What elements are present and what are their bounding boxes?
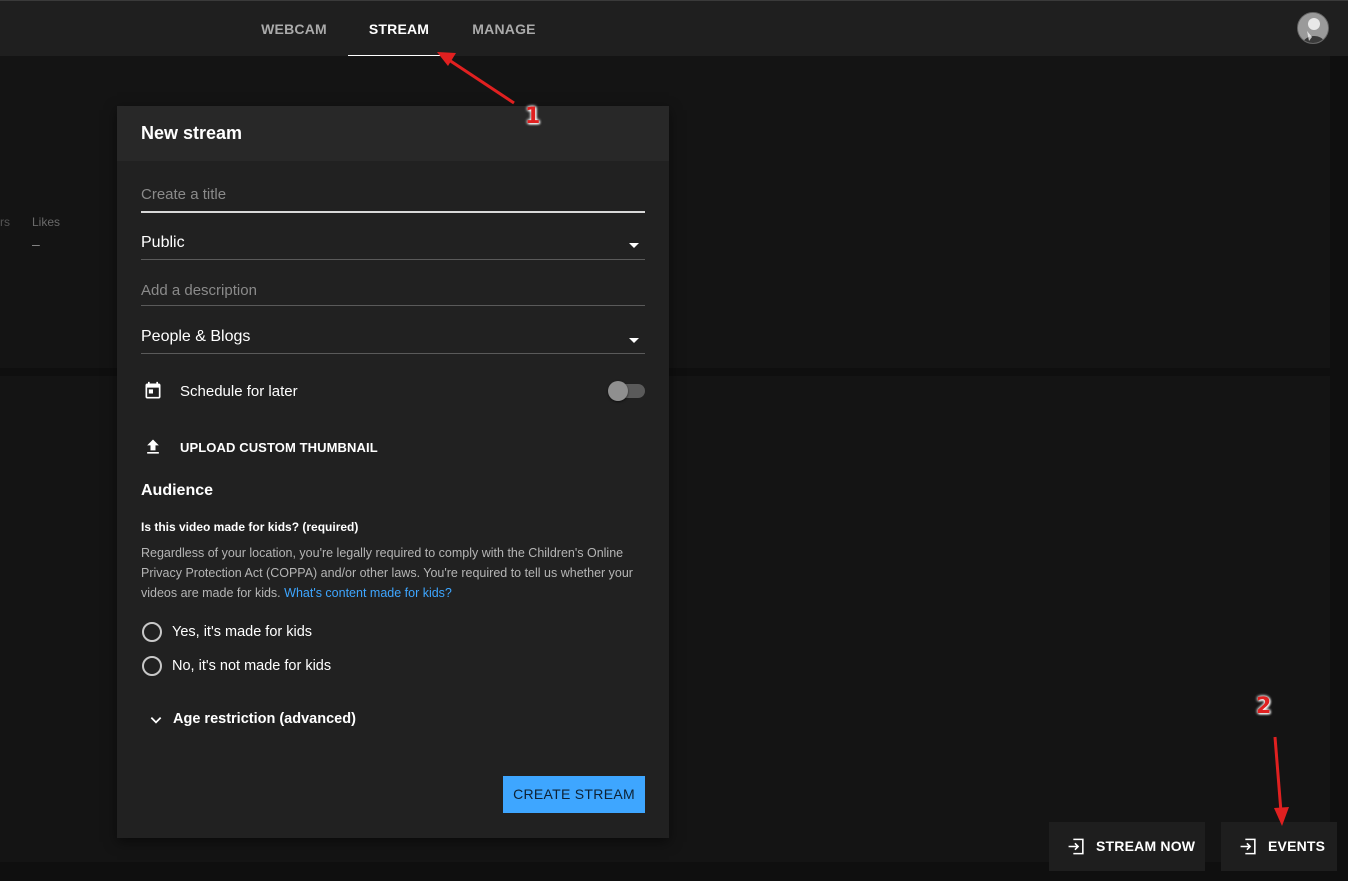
upload-icon	[147, 439, 159, 454]
radio-label: No, it's not made for kids	[172, 658, 332, 674]
visibility-value: Public	[141, 234, 185, 251]
schedule-label: Schedule for later	[180, 383, 298, 400]
tab-manage[interactable]: MANAGE	[462, 1, 546, 57]
likes-label: Likes	[32, 215, 61, 229]
tab-webcam[interactable]: WEBCAM	[252, 1, 336, 57]
radio-made-for-kids[interactable]: Yes, it's made for kids	[141, 622, 391, 644]
description-placeholder: Add a description	[141, 282, 257, 299]
top-nav-bar: WEBCAM STREAM MANAGE	[0, 0, 1348, 57]
visibility-select[interactable]: Public	[141, 231, 645, 260]
upload-thumbnail-button[interactable]: UPLOAD CUSTOM THUMBNAIL	[180, 440, 378, 455]
enter-icon	[1068, 838, 1084, 855]
stream-now-label: STREAM NOW	[1096, 838, 1196, 854]
title-placeholder: Create a title	[141, 186, 227, 203]
calendar-icon	[145, 381, 161, 399]
events-label: EVENTS	[1268, 838, 1326, 854]
new-stream-dialog: New stream Create a title Public Add a d…	[117, 106, 669, 838]
description-input[interactable]: Add a description	[141, 278, 645, 306]
create-stream-button[interactable]: CREATE STREAM	[503, 776, 645, 813]
schedule-toggle[interactable]	[608, 381, 645, 401]
tab-stream[interactable]: STREAM	[348, 1, 450, 57]
title-input[interactable]: Create a title	[141, 182, 645, 213]
events-button[interactable]: EVENTS	[1221, 822, 1337, 871]
category-underline	[141, 353, 645, 354]
coppa-paragraph: Regardless of your location, you're lega…	[141, 543, 646, 603]
radio-circle	[142, 622, 162, 642]
enter-icon	[1240, 838, 1256, 855]
radio-label: Yes, it's made for kids	[172, 624, 313, 640]
dialog-header: New stream	[117, 106, 669, 161]
radio-circle	[142, 656, 162, 676]
title-underline	[141, 211, 645, 213]
chevron-down-icon	[150, 717, 162, 724]
radio-not-made-for-kids[interactable]: No, it's not made for kids	[141, 656, 391, 678]
annotation-badge-2: 2	[1256, 694, 1272, 719]
kids-question: Is this video made for kids? (required)	[141, 520, 359, 534]
audience-title: Audience	[141, 482, 214, 499]
dropdown-caret-icon	[629, 338, 639, 343]
made-for-kids-link[interactable]: What's content made for kids?	[284, 586, 452, 600]
description-underline	[141, 305, 645, 306]
annotation-badge-1: 1	[525, 104, 541, 129]
partial-stat-label: rs	[0, 215, 10, 229]
stream-now-button[interactable]: STREAM NOW	[1049, 822, 1205, 871]
avatar-image	[1298, 13, 1328, 43]
likes-value: –	[32, 236, 40, 252]
dialog-title: New stream	[141, 123, 243, 143]
category-value: People & Blogs	[141, 328, 251, 345]
category-select[interactable]: People & Blogs	[141, 325, 645, 354]
avatar[interactable]	[1297, 12, 1329, 44]
age-restriction-label: Age restriction (advanced)	[173, 711, 356, 727]
dropdown-caret-icon	[629, 243, 639, 248]
schedule-toggle-knob	[608, 381, 628, 401]
age-restriction-expander[interactable]: Age restriction (advanced)	[141, 709, 401, 731]
visibility-underline	[141, 259, 645, 260]
